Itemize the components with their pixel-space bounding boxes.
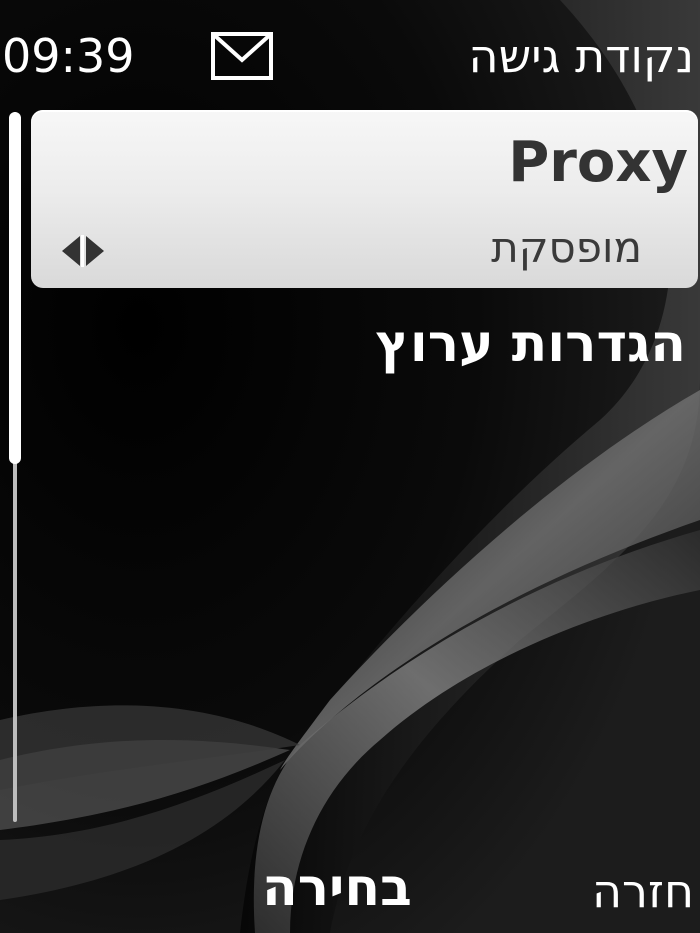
scrollbar-thumb[interactable] (9, 112, 21, 464)
list-item-proxy-value: מופסקת (491, 223, 642, 272)
screen-title: נקודת גישה (468, 29, 694, 83)
select-softkey[interactable]: בחירה (262, 856, 412, 920)
left-right-arrows-icon[interactable] (58, 232, 108, 270)
clock-time: 09:39 (2, 29, 135, 83)
envelope-icon (211, 32, 273, 80)
back-softkey[interactable]: חזרה (592, 862, 694, 920)
phone-screen: 09:39 נקודת גישה Proxy מופסקת הגדרות ערו… (0, 0, 700, 933)
list-item-channel-settings[interactable]: הגדרות ערוץ (376, 312, 686, 376)
list-item-proxy-title: Proxy (508, 130, 688, 195)
